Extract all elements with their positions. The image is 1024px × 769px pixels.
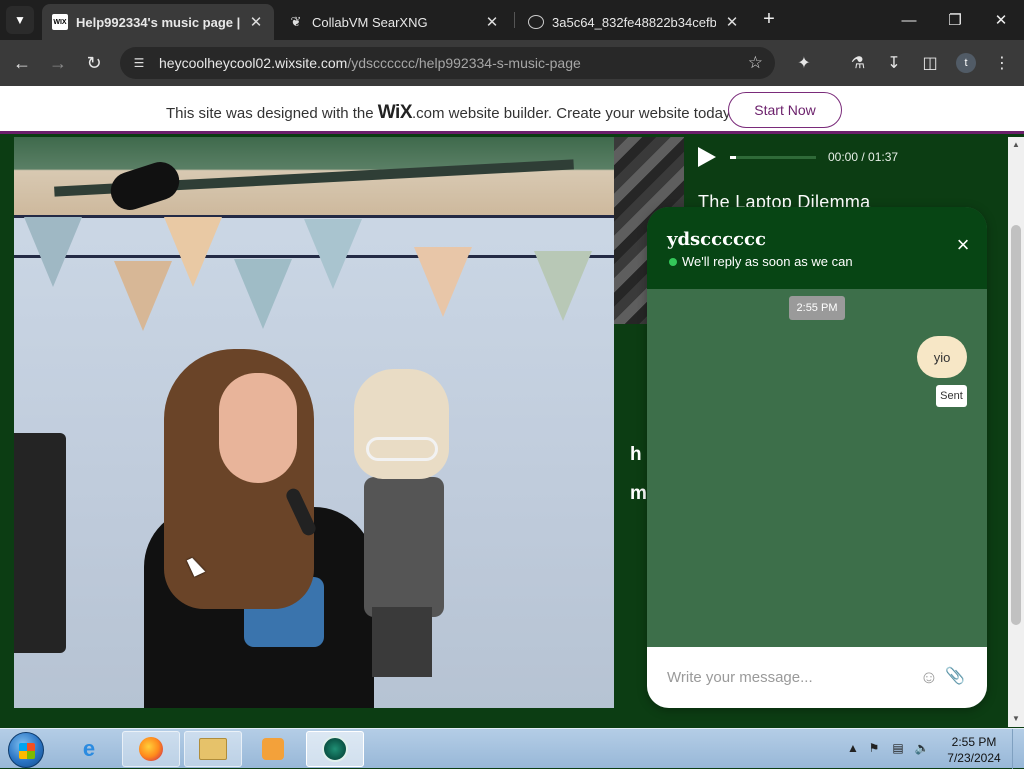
- tab-music-page[interactable]: WIX Help992334's music page | help992334…: [42, 4, 274, 40]
- windows-logo-icon: [19, 743, 35, 759]
- url-host: heycoolheycool02.wixsite.com: [159, 55, 348, 71]
- message-timestamp: 2:55 PM: [789, 296, 845, 320]
- chat-widget: ydscccccc We'll reply as soon as we can …: [647, 207, 987, 708]
- start-now-button[interactable]: Start Now: [728, 92, 842, 128]
- restore-button[interactable]: ❐: [932, 6, 978, 34]
- chat-messages: 2:55 PM yio Sent: [647, 289, 987, 647]
- file-explorer-icon[interactable]: [184, 731, 242, 767]
- audio-time: 00:00 / 01:37: [828, 150, 899, 164]
- sent-message-bubble: yio: [917, 336, 967, 378]
- url-path: /ydscccccc/help992334-s-music-page: [347, 55, 581, 71]
- show-hidden-icons-icon[interactable]: ▲: [845, 741, 861, 757]
- tab-separator: [514, 12, 515, 28]
- arrow-left-icon: ←: [13, 52, 31, 73]
- tab-title: 3a5c64_832fe48822b34cefb85: [552, 14, 716, 30]
- clock-date: 7/23/2024: [947, 751, 1001, 765]
- start-button[interactable]: [8, 732, 44, 768]
- chat-contact-name: ydscccccc: [667, 229, 766, 250]
- attach-paperclip-icon[interactable]: 📎: [945, 667, 965, 687]
- clock-time: 2:55 PM: [951, 735, 997, 749]
- show-desktop-button[interactable]: [1012, 729, 1024, 769]
- volume-icon[interactable]: 🔈: [914, 741, 930, 757]
- tab-collabvm-searxng[interactable]: ❦ CollabVM SearXNG ✕: [278, 4, 510, 40]
- play-button[interactable]: [698, 147, 716, 167]
- chat-message-input[interactable]: [667, 665, 907, 689]
- banner-text-after: .com website builder. Create your websit…: [412, 105, 734, 122]
- url-text[interactable]: heycoolheycool02.wixsite.com/ydscccccc/h…: [159, 55, 581, 71]
- side-text-line-2: m: [630, 483, 647, 504]
- chat-close-button[interactable]: ×: [953, 232, 973, 257]
- emoji-icon[interactable]: ☺: [919, 667, 939, 687]
- network-icon[interactable]: ▤: [890, 741, 906, 757]
- wix-promo-banner: This site was designed with the WiX.com …: [0, 86, 1024, 134]
- tab-title: Help992334's music page | help992334's: [76, 14, 240, 30]
- action-center-flag-icon[interactable]: ⚑: [866, 741, 882, 757]
- reload-icon: ↻: [86, 52, 102, 73]
- back-button[interactable]: ←: [8, 49, 36, 77]
- side-text-line-1: h: [630, 444, 642, 465]
- chat-compose-row: ☺ 📎: [647, 647, 987, 708]
- forward-button[interactable]: →: [44, 49, 72, 77]
- download-icon[interactable]: ↧: [880, 49, 908, 77]
- audio-progress-bar[interactable]: [730, 156, 816, 159]
- browser-toolbar: ← → ↻ ☰ heycoolheycool02.wixsite.com/yds…: [0, 40, 1024, 86]
- banner-text: This site was designed with the WiX.com …: [166, 102, 734, 124]
- scrollbar-thumb[interactable]: [1011, 225, 1021, 625]
- singer-photo: [14, 137, 614, 708]
- chrome-app-icon[interactable]: [306, 731, 364, 767]
- message-status-badge: Sent: [936, 385, 967, 407]
- profile-avatar[interactable]: t: [956, 53, 976, 73]
- menu-kebab-icon[interactable]: ⋮: [988, 49, 1016, 77]
- system-clock[interactable]: 2:55 PM 7/23/2024: [942, 734, 1006, 766]
- wix-logo: WiX: [377, 102, 413, 123]
- extensions-icon[interactable]: ✦: [790, 49, 818, 77]
- tab-title: CollabVM SearXNG: [312, 14, 428, 30]
- close-tab-icon[interactable]: ✕: [724, 13, 740, 31]
- online-status-dot: [669, 258, 677, 266]
- close-tab-icon[interactable]: ✕: [484, 13, 500, 31]
- internet-explorer-icon[interactable]: e: [60, 731, 118, 767]
- globe-favicon-icon: [528, 15, 544, 29]
- labs-flask-icon[interactable]: ⚗: [844, 49, 872, 77]
- tab-search-button[interactable]: ▼: [6, 6, 34, 34]
- scroll-up-icon[interactable]: ▲: [1011, 140, 1021, 149]
- site-info-icon[interactable]: ☰: [130, 54, 148, 72]
- media-player-icon[interactable]: [244, 731, 302, 767]
- chat-status-text: We'll reply as soon as we can: [682, 254, 853, 269]
- close-window-button[interactable]: ✕: [978, 6, 1024, 34]
- reload-button[interactable]: ↻: [80, 49, 108, 77]
- tab-image-file[interactable]: 3a5c64_832fe48822b34cefb85 ✕: [518, 4, 750, 40]
- minimize-button[interactable]: —: [886, 6, 932, 34]
- page-scrollbar[interactable]: ▲ ▼: [1008, 137, 1024, 727]
- leaf-favicon-icon: ❦: [290, 14, 302, 29]
- scroll-down-icon[interactable]: ▼: [1011, 714, 1021, 723]
- close-tab-icon[interactable]: ✕: [248, 13, 264, 31]
- bookmark-star-icon[interactable]: ☆: [748, 53, 763, 73]
- browser-tab-bar: ▼ WIX Help992334's music page | help9923…: [0, 0, 1024, 40]
- wix-favicon-icon: WIX: [52, 14, 68, 30]
- banner-text-before: This site was designed with the: [166, 105, 378, 122]
- windows-taskbar: e ▲ ⚑ ▤ 🔈 2:55 PM 7/23/2024: [0, 728, 1024, 769]
- new-tab-button[interactable]: +: [758, 8, 780, 30]
- side-panel-icon[interactable]: ◫: [916, 49, 944, 77]
- audio-progress-fill: [730, 156, 737, 159]
- address-bar[interactable]: ☰ heycoolheycool02.wixsite.com/ydscccccc…: [120, 47, 775, 79]
- chat-header: ydscccccc We'll reply as soon as we can …: [647, 207, 987, 289]
- close-icon: ×: [956, 232, 970, 257]
- chevron-down-icon: ▼: [14, 13, 26, 27]
- arrow-right-icon: →: [49, 52, 67, 73]
- firefox-icon[interactable]: [122, 731, 180, 767]
